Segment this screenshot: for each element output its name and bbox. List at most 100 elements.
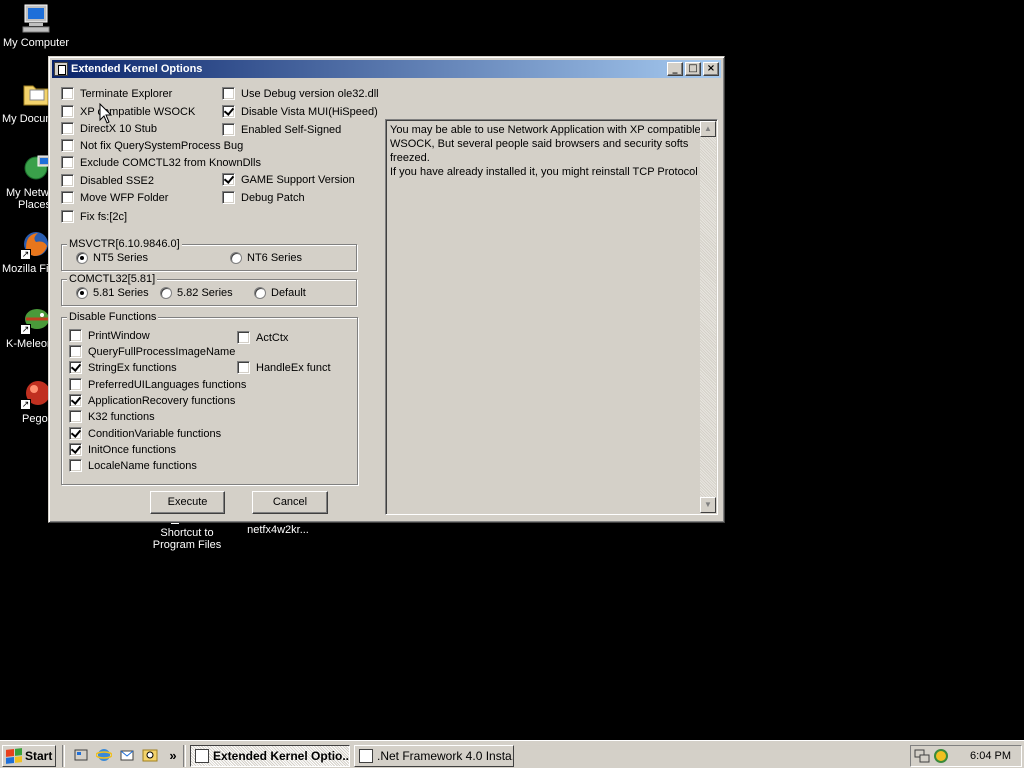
option-game-support-version[interactable]: GAME Support Version bbox=[222, 173, 355, 186]
checkbox[interactable] bbox=[237, 331, 250, 344]
execute-button[interactable]: Execute bbox=[150, 491, 225, 514]
option-fix-fs-2c[interactable]: Fix fs:[2c] bbox=[61, 210, 127, 223]
mouse-cursor-icon bbox=[99, 102, 113, 128]
checkbox[interactable] bbox=[222, 123, 235, 136]
checkbox-checked[interactable] bbox=[69, 427, 82, 440]
windows-logo-icon bbox=[6, 748, 22, 764]
radio-default[interactable]: Default bbox=[254, 287, 306, 299]
title-bar[interactable]: Extended Kernel Options _ □ × bbox=[52, 60, 721, 78]
option-terminate-explorer[interactable]: Terminate Explorer bbox=[61, 87, 172, 100]
task-button-net-framework-installer[interactable]: .Net Framework 4.0 Insta... bbox=[354, 745, 514, 767]
option-label: Disabled SSE2 bbox=[80, 174, 154, 187]
checkbox[interactable] bbox=[61, 156, 74, 169]
checkbox[interactable] bbox=[222, 191, 235, 204]
radio-label: 5.81 Series bbox=[93, 287, 149, 299]
option-disable-vista-mui[interactable]: Disable Vista MUI(HiSpeed) bbox=[222, 105, 378, 118]
group-legend: COMCTL32[5.81] bbox=[67, 273, 158, 285]
func-handleex[interactable]: HandleEx funct bbox=[237, 361, 331, 374]
scroll-up-button[interactable]: ▲ bbox=[700, 121, 716, 137]
checkbox-checked[interactable] bbox=[222, 173, 235, 186]
checkbox[interactable] bbox=[61, 105, 74, 118]
option-enabled-self-signed[interactable]: Enabled Self-Signed bbox=[222, 123, 341, 136]
func-printwindow[interactable]: PrintWindow bbox=[69, 329, 150, 342]
option-label: Terminate Explorer bbox=[80, 87, 173, 100]
checkbox[interactable] bbox=[61, 174, 74, 187]
option-label: Not fix QuerySystemProcess Bug bbox=[80, 139, 244, 152]
func-conditionvariable[interactable]: ConditionVariable functions bbox=[69, 427, 221, 440]
func-k32[interactable]: K32 functions bbox=[69, 410, 155, 423]
checkbox[interactable] bbox=[237, 361, 250, 374]
radio[interactable] bbox=[230, 252, 242, 264]
checkbox[interactable] bbox=[69, 410, 82, 423]
option-debug-patch[interactable]: Debug Patch bbox=[222, 191, 305, 204]
func-applicationrecovery[interactable]: ApplicationRecovery functions bbox=[69, 394, 235, 407]
maximize-button[interactable]: □ bbox=[685, 62, 701, 76]
checkbox[interactable] bbox=[61, 139, 74, 152]
checkbox-checked[interactable] bbox=[69, 443, 82, 456]
comctl32-group: COMCTL32[5.81] 5.81 Series 5.82 Series D… bbox=[61, 273, 357, 306]
desktop-icon-my-computer[interactable]: My Computer bbox=[0, 2, 74, 49]
vertical-scrollbar[interactable]: ▲ ▼ bbox=[700, 121, 716, 513]
checkbox-checked[interactable] bbox=[222, 105, 235, 118]
func-initonce[interactable]: InitOnce functions bbox=[69, 443, 176, 456]
func-queryfullprocessimagename[interactable]: QueryFullProcessImageName bbox=[69, 345, 235, 358]
func-preferreduilanguages[interactable]: PreferredUILanguages functions bbox=[69, 378, 246, 391]
minimize-button[interactable]: _ bbox=[667, 62, 683, 76]
radio-label: Default bbox=[271, 287, 306, 299]
radio-selected[interactable] bbox=[76, 252, 88, 264]
radio-nt5-series[interactable]: NT5 Series bbox=[76, 252, 148, 264]
checkbox[interactable] bbox=[69, 459, 82, 472]
option-label: GAME Support Version bbox=[241, 173, 355, 186]
cancel-button[interactable]: Cancel bbox=[252, 491, 328, 514]
disable-functions-group: Disable Functions PrintWindow QueryFullP… bbox=[61, 311, 358, 485]
checkbox[interactable] bbox=[69, 329, 82, 342]
network-tray-icon[interactable] bbox=[914, 748, 930, 764]
option-disabled-sse2[interactable]: Disabled SSE2 bbox=[61, 174, 154, 187]
search-icon[interactable] bbox=[141, 747, 159, 764]
checkbox-checked[interactable] bbox=[69, 361, 82, 374]
func-actctx[interactable]: ActCtx bbox=[237, 331, 288, 344]
desktop-icon-shortcut-program-files[interactable]: Shortcut to Program Files bbox=[149, 519, 225, 551]
task-button-extended-kernel-options[interactable]: Extended Kernel Optio... bbox=[190, 745, 350, 767]
option-label: K32 functions bbox=[88, 410, 155, 423]
radio-nt6-series[interactable]: NT6 Series bbox=[230, 252, 302, 264]
security-tray-icon[interactable] bbox=[933, 748, 949, 764]
checkbox[interactable] bbox=[61, 87, 74, 100]
option-label: ActCtx bbox=[256, 331, 289, 344]
radio-582-series[interactable]: 5.82 Series bbox=[160, 287, 233, 299]
checkbox[interactable] bbox=[61, 210, 74, 223]
desktop-icon-netfx4[interactable]: netfx4w2kr... bbox=[240, 524, 316, 536]
checkbox-checked[interactable] bbox=[69, 394, 82, 407]
func-localename[interactable]: LocaleName functions bbox=[69, 459, 197, 472]
scroll-down-button[interactable]: ▼ bbox=[700, 497, 716, 513]
option-label: Move WFP Folder bbox=[80, 191, 169, 204]
radio[interactable] bbox=[160, 287, 172, 299]
internet-explorer-icon[interactable] bbox=[95, 747, 113, 764]
checkbox[interactable] bbox=[69, 378, 82, 391]
checkbox[interactable] bbox=[61, 122, 74, 135]
checkbox[interactable] bbox=[222, 87, 235, 100]
close-button[interactable]: × bbox=[703, 62, 719, 76]
option-debug-ole32[interactable]: Use Debug version ole32.dll bbox=[222, 87, 379, 100]
clock[interactable]: 6:04 PM bbox=[970, 750, 1011, 762]
radio-581-series[interactable]: 5.81 Series bbox=[76, 287, 149, 299]
option-move-wfp-folder[interactable]: Move WFP Folder bbox=[61, 191, 168, 204]
description-textarea[interactable]: You may be able to use Network Applicati… bbox=[385, 119, 718, 515]
radio-selected[interactable] bbox=[76, 287, 88, 299]
option-not-fix-querysystemprocess[interactable]: Not fix QuerySystemProcess Bug bbox=[61, 139, 243, 152]
option-label: LocaleName functions bbox=[88, 459, 197, 472]
option-xp-compatible-wsock[interactable]: XP compatible WSOCK bbox=[61, 105, 195, 118]
system-tray: 6:04 PM bbox=[910, 745, 1022, 767]
checkbox[interactable] bbox=[69, 345, 82, 358]
radio[interactable] bbox=[254, 287, 266, 299]
func-stringex[interactable]: StringEx functions bbox=[69, 361, 177, 374]
show-desktop-icon[interactable] bbox=[72, 747, 90, 764]
option-exclude-comctl32[interactable]: Exclude COMCTL32 from KnownDlls bbox=[61, 156, 261, 169]
desktop-icon-label: My Computer bbox=[2, 37, 70, 49]
start-button[interactable]: Start bbox=[2, 745, 56, 767]
taskbar: Start » Extended Kernel Optio... .Net Fr… bbox=[0, 740, 1024, 768]
outlook-express-icon[interactable] bbox=[118, 747, 136, 764]
msvcrt-group: MSVCTR[6.10.9846.0] NT5 Series NT6 Serie… bbox=[61, 238, 357, 271]
chevron-overflow-icon[interactable]: » bbox=[164, 747, 182, 764]
checkbox[interactable] bbox=[61, 191, 74, 204]
